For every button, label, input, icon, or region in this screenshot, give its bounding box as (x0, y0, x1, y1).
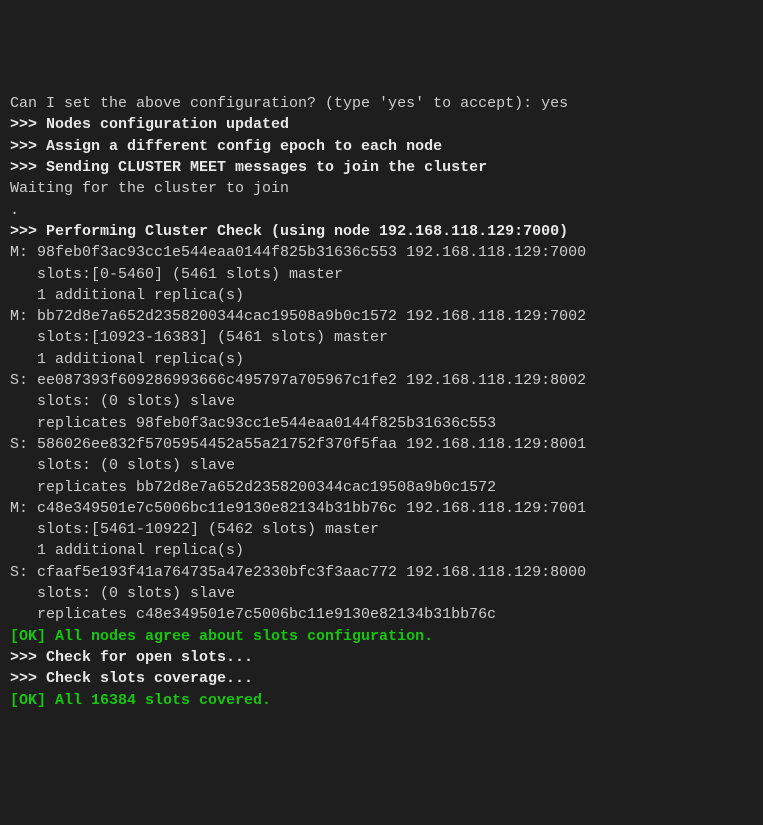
terminal-line: replicates bb72d8e7a652d2358200344cac195… (10, 479, 496, 496)
terminal-line: Can I set the above configuration? (type… (10, 95, 568, 112)
terminal-line: 1 additional replica(s) (10, 542, 244, 559)
terminal-line: S: ee087393f609286993666c495797a705967c1… (10, 372, 586, 389)
terminal-output: Can I set the above configuration? (type… (10, 93, 753, 711)
terminal-line: slots: (0 slots) slave (10, 457, 235, 474)
terminal-line: >>> Nodes configuration updated (10, 116, 289, 133)
terminal-line: S: 586026ee832f5705954452a55a21752f370f5… (10, 436, 586, 453)
terminal-line: M: 98feb0f3ac93cc1e544eaa0144f825b31636c… (10, 244, 586, 261)
terminal-line: slots:[0-5460] (5461 slots) master (10, 266, 343, 283)
terminal-line: slots: (0 slots) slave (10, 585, 235, 602)
terminal-line: 1 additional replica(s) (10, 287, 244, 304)
terminal-line: >>> Performing Cluster Check (using node… (10, 223, 568, 240)
terminal-line: . (10, 202, 19, 219)
terminal-line: >>> Sending CLUSTER MEET messages to joi… (10, 159, 487, 176)
terminal-line: S: cfaaf5e193f41a764735a47e2330bfc3f3aac… (10, 564, 586, 581)
terminal-line: [OK] All 16384 slots covered. (10, 692, 271, 709)
terminal-line: Waiting for the cluster to join (10, 180, 289, 197)
terminal-line: replicates 98feb0f3ac93cc1e544eaa0144f82… (10, 415, 496, 432)
terminal-line: [OK] All nodes agree about slots configu… (10, 628, 433, 645)
terminal-line: >>> Check slots coverage... (10, 670, 253, 687)
terminal-line: slots: (0 slots) slave (10, 393, 235, 410)
terminal-line: >>> Assign a different config epoch to e… (10, 138, 442, 155)
terminal-line: >>> Check for open slots... (10, 649, 253, 666)
terminal-line: M: bb72d8e7a652d2358200344cac19508a9b0c1… (10, 308, 586, 325)
terminal-line: slots:[5461-10922] (5462 slots) master (10, 521, 379, 538)
terminal-line: M: c48e349501e7c5006bc11e9130e82134b31bb… (10, 500, 586, 517)
terminal-line: 1 additional replica(s) (10, 351, 244, 368)
terminal-line: replicates c48e349501e7c5006bc11e9130e82… (10, 606, 496, 623)
terminal-line: slots:[10923-16383] (5461 slots) master (10, 329, 388, 346)
